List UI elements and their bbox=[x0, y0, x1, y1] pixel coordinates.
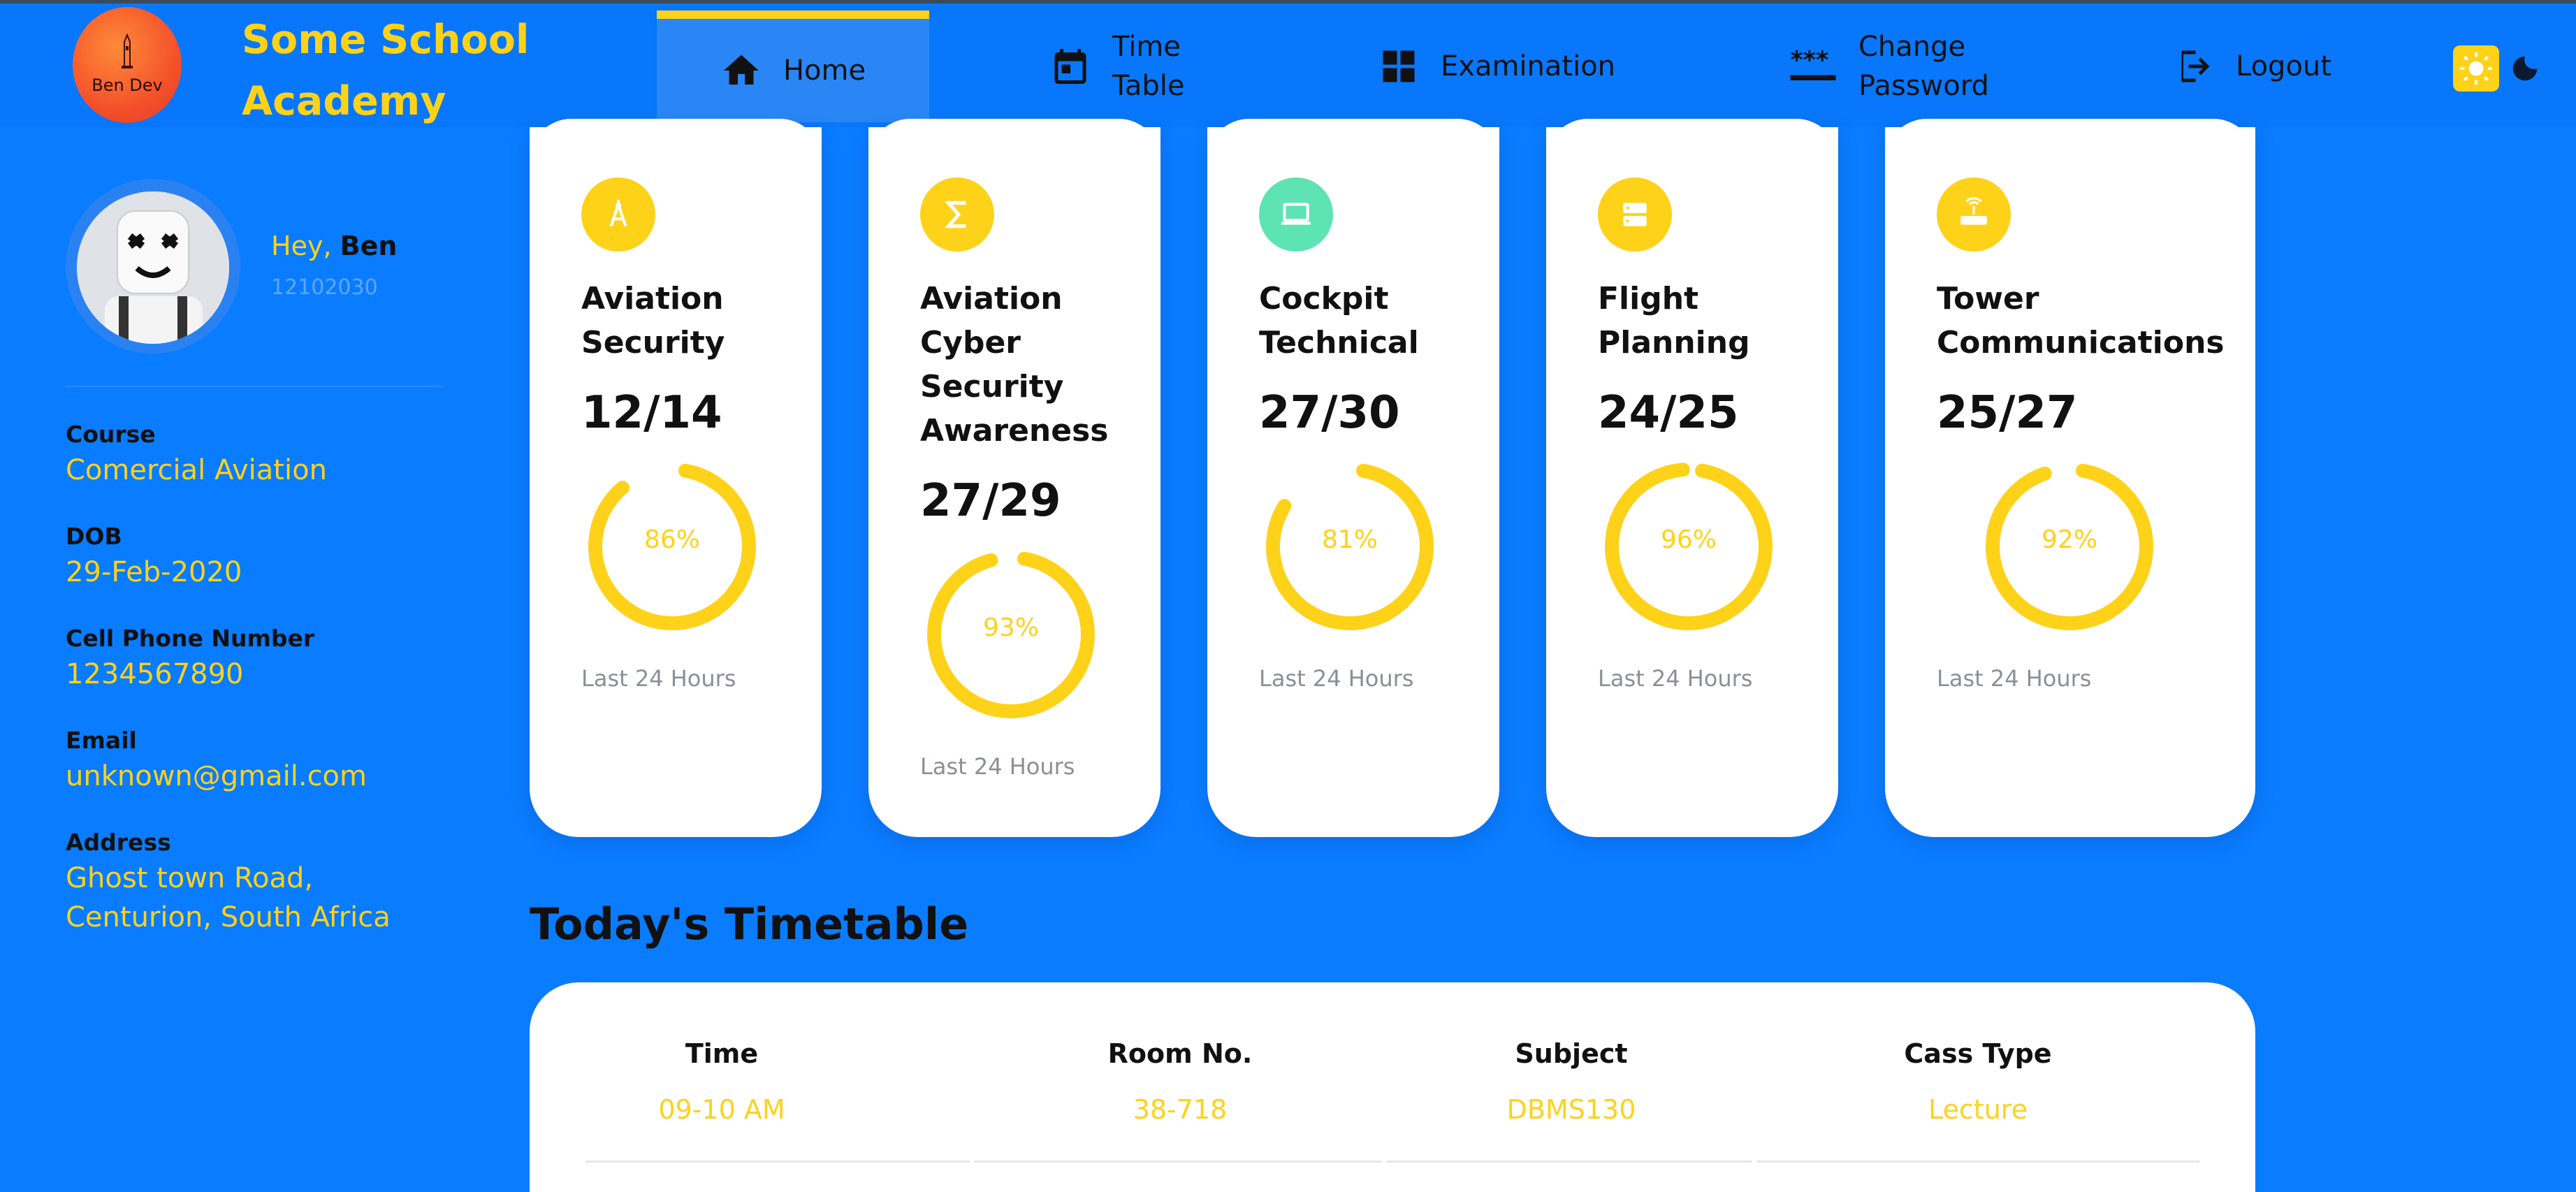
theme-toggle[interactable] bbox=[2453, 45, 2544, 92]
progress-percent: 86% bbox=[643, 525, 700, 554]
compass-icon bbox=[581, 177, 655, 252]
laptop-icon bbox=[1259, 177, 1333, 252]
column-header-room: Room No. bbox=[1107, 1038, 1253, 1069]
course-title: Cockpit Technical bbox=[1259, 281, 1419, 361]
nav-timetable-label: Time Table bbox=[1112, 31, 1185, 102]
course-title: Tower Communications bbox=[1937, 281, 2225, 361]
nav-examination[interactable]: Examination bbox=[1378, 10, 1615, 122]
course-footer: Last 24 Hours bbox=[1598, 665, 1753, 692]
marshmello-avatar-icon bbox=[77, 191, 229, 344]
sun-icon bbox=[2460, 52, 2492, 85]
password-icon: *** bbox=[1790, 47, 1836, 80]
course-footer: Last 24 Hours bbox=[1259, 665, 1414, 692]
row-divider bbox=[585, 1161, 970, 1163]
moon-icon[interactable] bbox=[2509, 52, 2541, 85]
course-value: Comercial Aviation bbox=[66, 454, 327, 486]
server-icon bbox=[1598, 177, 1672, 252]
sidebar-divider bbox=[66, 386, 443, 387]
user-name: Ben bbox=[340, 231, 398, 261]
nav-home[interactable]: Home bbox=[657, 10, 929, 122]
progress-percent: 93% bbox=[982, 613, 1039, 642]
course-title: Flight Planning bbox=[1598, 281, 1750, 361]
greeting: Hey, Ben bbox=[271, 231, 398, 261]
address-value: Ghost town Road, Centurion, South Africa bbox=[66, 862, 391, 933]
column-header-class-type: Cass Type bbox=[1904, 1038, 2052, 1069]
course-footer: Last 24 Hours bbox=[920, 753, 1075, 780]
dob-label: DOB bbox=[66, 523, 122, 550]
row-divider bbox=[974, 1161, 1382, 1163]
course-footer: Last 24 Hours bbox=[1937, 665, 2092, 692]
svg-text:***: *** bbox=[1791, 47, 1829, 75]
light-mode-button[interactable] bbox=[2453, 45, 2499, 92]
timetable-table: Time 09-10 AM Room No. 38-718 Subject DB… bbox=[530, 982, 2255, 1192]
course-score: 24/25 bbox=[1598, 387, 1739, 439]
nav-change-password-label: Change Password bbox=[1858, 31, 1989, 102]
nav-home-label: Home bbox=[783, 54, 866, 87]
course-card[interactable]: Aviation Security 12/14 86% Last 24 Hour… bbox=[530, 119, 822, 837]
course-score: 12/14 bbox=[581, 387, 722, 439]
row-divider bbox=[1756, 1161, 2199, 1163]
course-title: Aviation Security bbox=[581, 281, 725, 361]
table-cell: 38-718 bbox=[1133, 1094, 1228, 1125]
nav-logout-label: Logout bbox=[2236, 50, 2331, 82]
phone-label: Cell Phone Number bbox=[66, 625, 315, 652]
timetable-title: Today's Timetable bbox=[530, 899, 969, 950]
nav-examination-label: Examination bbox=[1441, 50, 1616, 82]
router-icon bbox=[1937, 177, 2011, 252]
table-cell: Lecture bbox=[1928, 1094, 2028, 1125]
course-label: Course bbox=[66, 421, 156, 448]
school-logo[interactable]: Ben Dev bbox=[73, 7, 182, 123]
course-footer: Last 24 Hours bbox=[581, 665, 736, 692]
table-column: Subject DBMS130 bbox=[1386, 1038, 1756, 1125]
student-id: 12102030 bbox=[271, 275, 378, 300]
table-column: Cass Type Lecture bbox=[1756, 1038, 2199, 1125]
column-header-subject: Subject bbox=[1515, 1038, 1628, 1069]
sigma-icon bbox=[920, 177, 994, 252]
brand-title: Some School Academy bbox=[242, 17, 530, 124]
row-divider bbox=[1386, 1161, 1752, 1163]
course-card[interactable]: Tower Communications 25/27 92% Last 24 H… bbox=[1885, 119, 2255, 837]
tower-logo-icon bbox=[122, 34, 133, 68]
address-label: Address bbox=[66, 829, 171, 856]
course-score: 27/29 bbox=[920, 475, 1061, 527]
column-header-time: Time bbox=[685, 1038, 759, 1069]
course-card[interactable]: Aviation Cyber Security Awareness 27/29 … bbox=[868, 119, 1160, 837]
phone-value: 1234567890 bbox=[66, 658, 244, 690]
nav-logout[interactable]: Logout bbox=[2173, 10, 2331, 122]
course-score: 27/30 bbox=[1259, 387, 1400, 439]
table-cell: 09-10 AM bbox=[658, 1094, 785, 1125]
calendar-icon bbox=[1054, 49, 1086, 84]
progress-percent: 92% bbox=[2041, 525, 2097, 554]
course-card[interactable]: Flight Planning 24/25 96% Last 24 Hours bbox=[1546, 119, 1838, 837]
nav-change-password[interactable]: *** Change Password bbox=[1789, 10, 1989, 122]
course-card[interactable]: Cockpit Technical 27/30 81% Last 24 Hour… bbox=[1207, 119, 1499, 837]
dob-value: 29-Feb-2020 bbox=[66, 556, 242, 588]
table-cell: DBMS130 bbox=[1506, 1094, 1636, 1125]
top-navbar: Ben Dev Some School Academy Home Time Ta… bbox=[0, 3, 2576, 127]
avatar[interactable] bbox=[77, 191, 229, 344]
home-icon bbox=[723, 54, 759, 85]
course-title: Aviation Cyber Security Awareness bbox=[920, 281, 1109, 449]
logo-text: Ben Dev bbox=[92, 75, 163, 95]
table-column: Room No. 38-718 bbox=[974, 1038, 1386, 1125]
email-label: Email bbox=[66, 727, 137, 754]
nav-timetable[interactable]: Time Table bbox=[1049, 10, 1184, 122]
course-score: 25/27 bbox=[1937, 387, 2078, 439]
progress-percent: 96% bbox=[1660, 525, 1717, 554]
email-value: unknown@gmail.com bbox=[66, 760, 367, 792]
table-column: Time 09-10 AM bbox=[585, 1038, 858, 1125]
progress-percent: 81% bbox=[1321, 525, 1378, 554]
dashboard-icon bbox=[1383, 50, 1415, 82]
logout-icon bbox=[2181, 50, 2210, 82]
